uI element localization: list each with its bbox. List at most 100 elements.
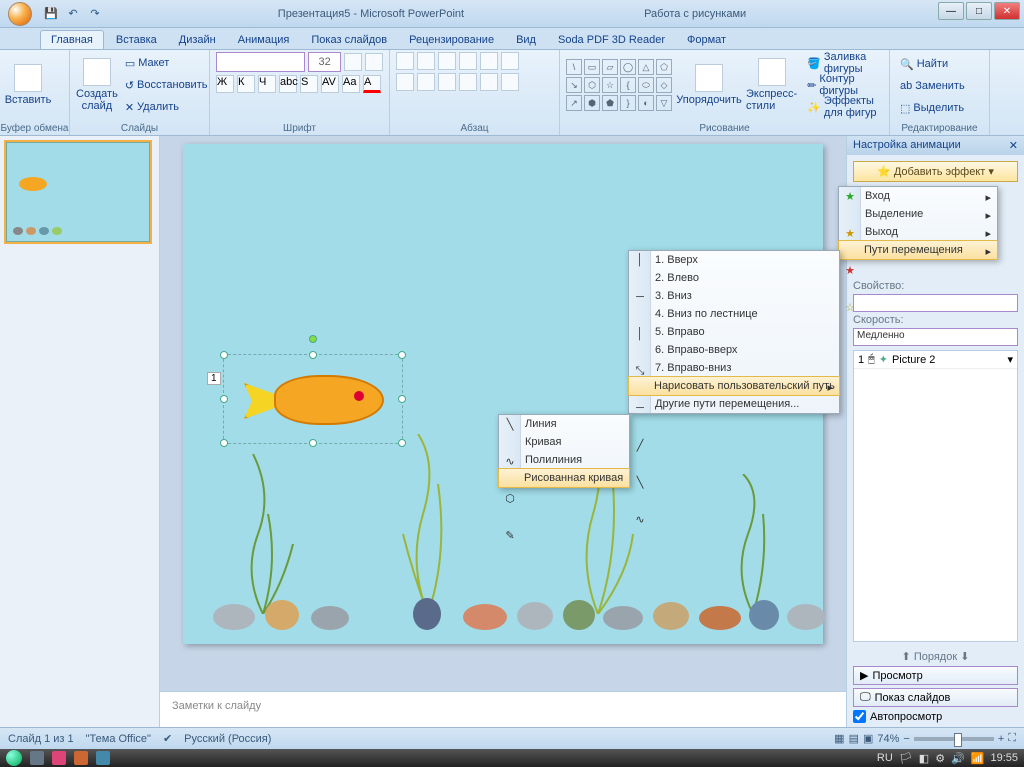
tab-view[interactable]: Вид [506, 31, 546, 49]
indent-dec-icon[interactable] [438, 52, 456, 70]
save-icon[interactable]: 💾 [42, 5, 60, 23]
path-right-up[interactable]: ╱6. Вправо-вверх [629, 341, 839, 359]
grow-font-icon[interactable] [344, 53, 362, 71]
smartart-icon[interactable] [501, 73, 519, 91]
delete-button[interactable]: ✕ Удалить [121, 97, 212, 117]
preview-button[interactable]: ▶ Просмотр [853, 666, 1018, 685]
align-center-icon[interactable] [417, 73, 435, 91]
tray-clock[interactable]: 19:55 [990, 752, 1018, 764]
menu-entrance[interactable]: ★Вход▸ [839, 187, 997, 205]
shadow-icon[interactable]: S [300, 75, 318, 93]
textdir-icon[interactable] [501, 52, 519, 70]
dropdown-icon[interactable]: ▾ [1007, 353, 1013, 366]
fit-icon[interactable]: ⛶ [1008, 732, 1016, 745]
menu-exit[interactable]: ★Выход▸ [839, 223, 997, 241]
underline-icon[interactable]: Ч [258, 75, 276, 93]
speed-combo[interactable]: Медленно [853, 328, 1018, 346]
italic-icon[interactable]: К [237, 75, 255, 93]
shape-outline-button[interactable]: ✏ Контур фигуры [803, 75, 883, 95]
status-lang[interactable]: Русский (Россия) [184, 733, 271, 745]
pane-close-icon[interactable]: ✕ [1009, 139, 1018, 152]
start-button[interactable] [6, 750, 22, 766]
align-right-icon[interactable] [438, 73, 456, 91]
tab-sodapdf[interactable]: Soda PDF 3D Reader [548, 31, 675, 49]
path-down[interactable]: │3. Вниз [629, 287, 839, 305]
shrink-font-icon[interactable] [365, 53, 383, 71]
quickstyles-button[interactable]: Экспресс-стили [746, 52, 797, 118]
tab-insert[interactable]: Вставка [106, 31, 167, 49]
draw-scribble[interactable]: ✎Рисованная кривая [498, 468, 630, 488]
tray-lang[interactable]: RU [877, 752, 893, 764]
tray-icon[interactable]: ⚙ [935, 752, 945, 765]
tray-icon[interactable]: ◧ [919, 752, 929, 765]
arrange-button[interactable]: Упорядочить [678, 52, 740, 118]
tab-format[interactable]: Формат [677, 31, 736, 49]
linespacing-icon[interactable] [480, 52, 498, 70]
tab-slideshow[interactable]: Показ слайдов [301, 31, 397, 49]
taskbar-app-icon[interactable] [74, 751, 88, 765]
tab-review[interactable]: Рецензирование [399, 31, 504, 49]
reset-button[interactable]: ↺ Восстановить [121, 75, 212, 95]
justify-icon[interactable] [459, 73, 477, 91]
menu-motion-paths[interactable]: ☆Пути перемещения▸ [838, 240, 998, 260]
taskbar-app-icon[interactable] [96, 751, 110, 765]
zoom-in-icon[interactable]: + [998, 733, 1004, 745]
selected-object[interactable] [223, 354, 403, 444]
close-button[interactable]: ✕ [994, 2, 1020, 20]
align-left-icon[interactable] [396, 73, 414, 91]
spellcheck-icon[interactable]: ✔ [163, 732, 172, 745]
path-custom[interactable]: ∿Нарисовать пользовательский путь▸ [628, 376, 840, 396]
maximize-button[interactable]: □ [966, 2, 992, 20]
paste-button[interactable]: Вставить [6, 52, 50, 118]
path-right-down[interactable]: ╲7. Вправо-вниз [629, 359, 839, 377]
taskbar-app-icon[interactable] [30, 751, 44, 765]
zoom-slider[interactable] [914, 737, 994, 741]
effect-item[interactable]: 1 🖱 ✦ Picture 2 ▾ [854, 351, 1017, 369]
strike-icon[interactable]: abc [279, 75, 297, 93]
shape-fill-button[interactable]: 🪣 Заливка фигуры [803, 53, 883, 73]
menu-emphasis[interactable]: ★Выделение▸ [839, 205, 997, 223]
select-button[interactable]: ⬚ Выделить [896, 98, 983, 118]
redo-icon[interactable]: ↷ [86, 5, 104, 23]
undo-icon[interactable]: ↶ [64, 5, 82, 23]
path-up[interactable]: │1. Вверх [629, 251, 839, 269]
effect-list[interactable]: 1 🖱 ✦ Picture 2 ▾ [853, 350, 1018, 642]
minimize-button[interactable]: — [938, 2, 964, 20]
replace-button[interactable]: ab Заменить [896, 76, 983, 96]
zoom-out-icon[interactable]: − [903, 733, 909, 745]
view-sorter-icon[interactable]: ▤ [849, 732, 859, 745]
draw-curve[interactable]: ∿Кривая [499, 433, 629, 451]
font-combo[interactable] [216, 52, 305, 72]
new-slide-button[interactable]: Создать слайд [76, 52, 118, 118]
case-icon[interactable]: Aa [342, 75, 360, 93]
notes-pane[interactable]: Заметки к слайду [160, 691, 846, 727]
taskbar-app-icon[interactable] [52, 751, 66, 765]
path-more[interactable]: Другие пути перемещения... [629, 395, 839, 413]
tab-animation[interactable]: Анимация [228, 31, 300, 49]
tab-home[interactable]: Главная [40, 30, 104, 49]
tray-volume-icon[interactable]: 🔊 [951, 752, 965, 765]
shape-effects-button[interactable]: ✨ Эффекты для фигур [803, 97, 883, 117]
slideshow-button[interactable]: 🖵 Показ слайдов [853, 688, 1018, 707]
bold-icon[interactable]: Ж [216, 75, 234, 93]
draw-polyline[interactable]: ⬡Полилиния [499, 451, 629, 469]
autopreview-checkbox[interactable]: Автопросмотр [853, 710, 1018, 723]
layout-button[interactable]: ▭ Макет [121, 53, 212, 73]
zoom-percent[interactable]: 74% [877, 733, 899, 745]
draw-line[interactable]: ╲Линия [499, 415, 629, 433]
view-normal-icon[interactable]: ▦ [834, 732, 844, 745]
office-button[interactable] [2, 0, 38, 28]
font-size-combo[interactable]: 32 [308, 52, 342, 72]
tray-flag-icon[interactable]: 🏳 [899, 752, 913, 765]
find-button[interactable]: 🔍 Найти [896, 54, 983, 74]
path-left[interactable]: ─2. Влево [629, 269, 839, 287]
property-combo[interactable] [853, 294, 1018, 312]
path-stairs[interactable]: ⤡4. Вниз по лестнице [629, 305, 839, 323]
spacing-icon[interactable]: AV [321, 75, 339, 93]
columns-icon[interactable] [480, 73, 498, 91]
slide-thumbnail-1[interactable] [6, 142, 150, 242]
tab-design[interactable]: Дизайн [169, 31, 226, 49]
tray-network-icon[interactable]: 📶 [971, 752, 985, 765]
numbering-icon[interactable] [417, 52, 435, 70]
font-color-icon[interactable]: A [363, 75, 381, 93]
